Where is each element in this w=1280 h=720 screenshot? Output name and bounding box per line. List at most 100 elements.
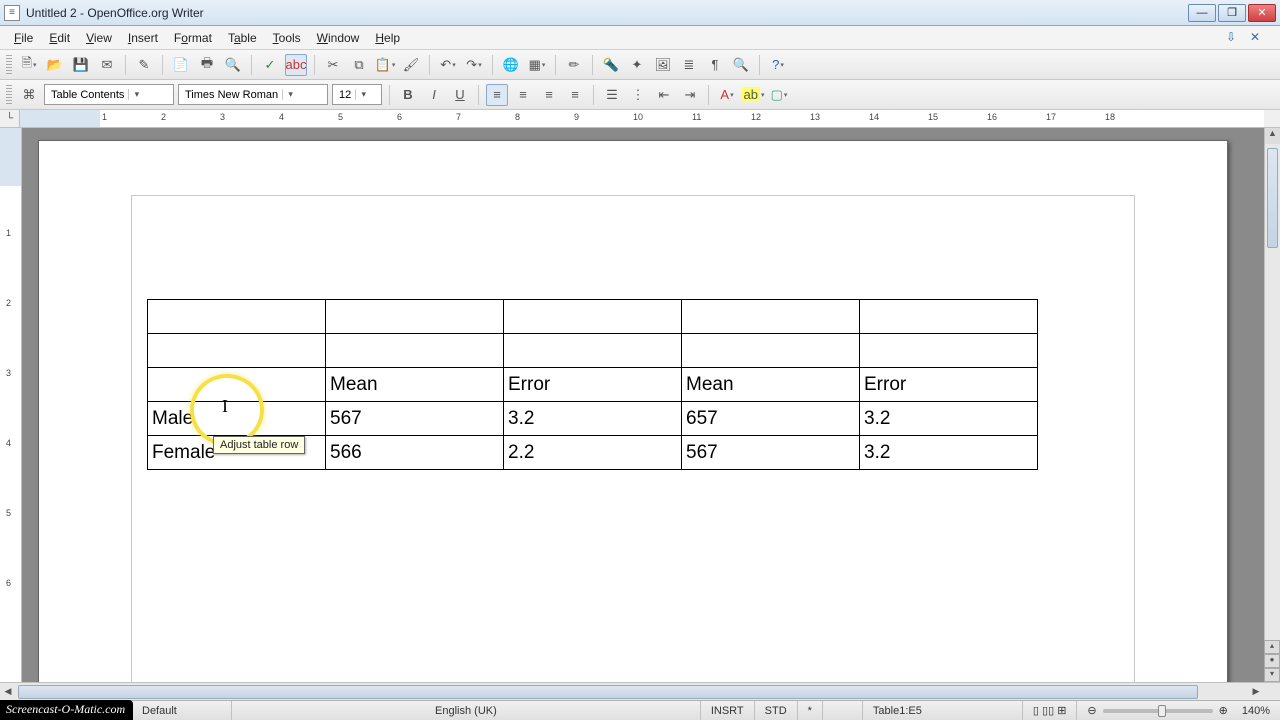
styles-button[interactable]: ⌘ [18, 84, 40, 106]
open-button[interactable]: 📂 [44, 54, 66, 76]
table-cell[interactable] [504, 334, 682, 368]
table-cell[interactable]: 3.2 [504, 402, 682, 436]
auto-spellcheck-button[interactable]: abc [285, 54, 307, 76]
menu-tools[interactable]: Tools [265, 28, 309, 48]
status-signature[interactable] [823, 701, 863, 720]
status-language[interactable]: English (UK) [232, 701, 701, 720]
save-button[interactable]: 💾 [70, 54, 92, 76]
align-justify-button[interactable]: ≡ [564, 84, 586, 106]
print-button[interactable]: 🖶 [196, 54, 218, 76]
table-cell[interactable]: Male [148, 402, 326, 436]
menu-format[interactable]: Format [166, 28, 220, 48]
align-right-button[interactable]: ≡ [538, 84, 560, 106]
help-button[interactable]: ? [767, 54, 789, 76]
table-cell[interactable]: Error [860, 368, 1038, 402]
decrease-indent-button[interactable]: ⇤ [653, 84, 675, 106]
scroll-left-icon[interactable]: ◀ [0, 686, 16, 697]
table-cell[interactable]: 567 [326, 402, 504, 436]
menu-view[interactable]: View [78, 28, 120, 48]
zoom-slider[interactable] [1103, 709, 1213, 713]
status-selection-mode[interactable]: STD [755, 701, 798, 720]
download-icon[interactable]: ⇩ [1226, 30, 1242, 46]
table-cell[interactable]: 567 [682, 436, 860, 470]
email-button[interactable]: ✉ [96, 54, 118, 76]
scroll-thumb[interactable] [1267, 148, 1278, 248]
zoom-in-button[interactable]: ⊕ [1219, 704, 1228, 717]
cut-button[interactable]: ✂ [322, 54, 344, 76]
zoom-out-button[interactable]: ⊖ [1087, 704, 1096, 717]
menubar-close-icon[interactable]: ✕ [1250, 30, 1266, 46]
align-left-button[interactable]: ≡ [486, 84, 508, 106]
bold-button[interactable]: B [397, 84, 419, 106]
tab-stop-icon[interactable]: └ [0, 110, 20, 127]
menu-file[interactable]: File [6, 28, 41, 48]
status-style[interactable]: Default [132, 701, 232, 720]
find-button[interactable]: 🔦 [600, 54, 622, 76]
italic-button[interactable]: I [423, 84, 445, 106]
redo-button[interactable]: ↷ [463, 54, 485, 76]
table-cell[interactable]: Error [504, 368, 682, 402]
table-cell[interactable]: 3.2 [860, 402, 1038, 436]
menu-insert[interactable]: Insert [120, 28, 166, 48]
paragraph-style-combo[interactable]: Table Contents▾ [44, 84, 174, 105]
table-cell[interactable]: Mean [682, 368, 860, 402]
edit-file-button[interactable]: ✎ [133, 54, 155, 76]
table-cell[interactable] [148, 300, 326, 334]
table-cell[interactable] [148, 368, 326, 402]
font-color-button[interactable]: A [716, 84, 738, 106]
zoom-button[interactable]: 🔍 [730, 54, 752, 76]
scroll-up-icon[interactable]: ▲ [1265, 128, 1280, 144]
menu-help[interactable]: Help [367, 28, 408, 48]
show-draw-button[interactable]: ✏ [563, 54, 585, 76]
maximize-button[interactable]: ❐ [1218, 4, 1246, 22]
table-cell[interactable]: Mean [326, 368, 504, 402]
status-zoom[interactable]: 140% [1232, 701, 1280, 720]
table-cell[interactable]: 3.2 [860, 436, 1038, 470]
nonprinting-button[interactable]: ¶ [704, 54, 726, 76]
bulleted-list-button[interactable]: ⋮ [627, 84, 649, 106]
new-button[interactable]: 🗎 [18, 54, 40, 76]
font-size-combo[interactable]: 12▾ [332, 84, 382, 105]
vertical-ruler[interactable]: 1 2 3 4 5 6 [0, 128, 22, 682]
hscroll-thumb[interactable] [18, 685, 1198, 699]
table-cell[interactable]: 2.2 [504, 436, 682, 470]
numbered-list-button[interactable]: ☰ [601, 84, 623, 106]
format-paintbrush-button[interactable]: 🖌 [400, 54, 422, 76]
spellcheck-button[interactable]: ✓ [259, 54, 281, 76]
nav-select-button[interactable]: ● [1264, 654, 1280, 668]
font-name-combo[interactable]: Times New Roman▾ [178, 84, 328, 105]
paste-button[interactable]: 📋 [374, 54, 396, 76]
document-canvas[interactable]: Mean Error Mean Error Male 567 3.2 657 3… [22, 128, 1264, 682]
table-cell[interactable] [326, 300, 504, 334]
gallery-button[interactable]: 🖼 [652, 54, 674, 76]
insert-table-button[interactable]: ▦ [526, 54, 548, 76]
status-view-layout[interactable]: ▯ ▯▯ ⊞ [1023, 701, 1078, 720]
hyperlink-button[interactable]: 🌐 [500, 54, 522, 76]
copy-button[interactable]: ⧉ [348, 54, 370, 76]
scroll-right-icon[interactable]: ▶ [1248, 686, 1264, 697]
toolbar-grip[interactable] [6, 55, 12, 75]
underline-button[interactable]: U [449, 84, 471, 106]
toolbar-grip[interactable] [6, 85, 12, 105]
table-cell[interactable]: 657 [682, 402, 860, 436]
table-cell[interactable] [682, 300, 860, 334]
data-sources-button[interactable]: ≣ [678, 54, 700, 76]
horizontal-ruler[interactable]: 123456789101112131415161718 [20, 110, 1264, 127]
next-page-button[interactable]: ▾ [1264, 668, 1280, 682]
table-cell[interactable] [148, 334, 326, 368]
export-pdf-button[interactable]: 📄 [170, 54, 192, 76]
highlight-button[interactable]: ab [742, 84, 764, 106]
background-color-button[interactable]: ▢ [768, 84, 790, 106]
window-close-button[interactable]: ✕ [1248, 4, 1276, 22]
table-cell[interactable] [860, 334, 1038, 368]
increase-indent-button[interactable]: ⇥ [679, 84, 701, 106]
undo-button[interactable]: ↶ [437, 54, 459, 76]
status-insert-mode[interactable]: INSRT [701, 701, 755, 720]
vertical-scrollbar[interactable]: ▲ ▼ [1264, 128, 1280, 682]
minimize-button[interactable]: — [1188, 4, 1216, 22]
menu-window[interactable]: Window [309, 28, 368, 48]
table-cell[interactable] [860, 300, 1038, 334]
status-modified[interactable]: * [798, 701, 823, 720]
prev-page-button[interactable]: ▴ [1264, 640, 1280, 654]
table-cell[interactable] [682, 334, 860, 368]
